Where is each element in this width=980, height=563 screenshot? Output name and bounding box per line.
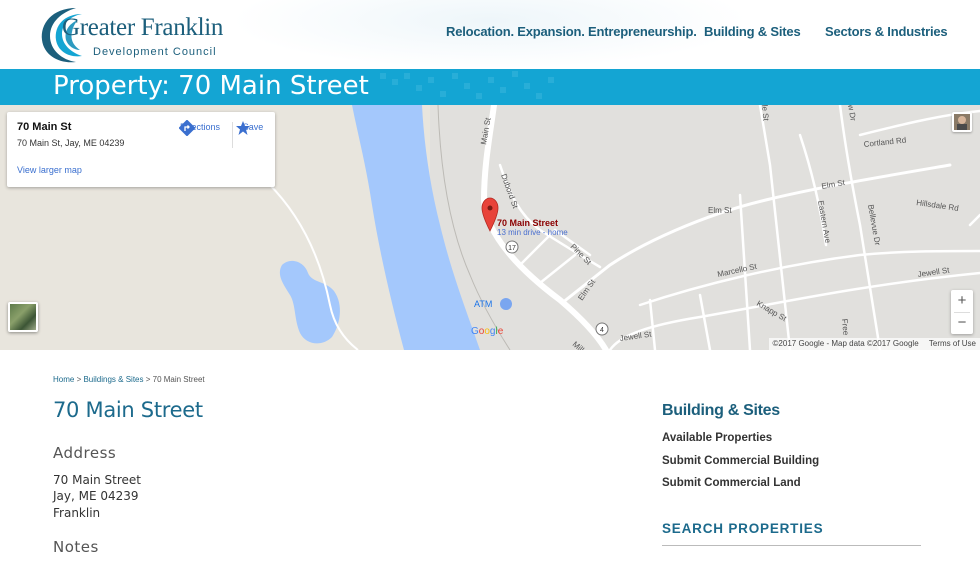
person-photo-icon xyxy=(954,114,970,130)
zoom-divider xyxy=(954,312,970,313)
route-badge-4: 4 xyxy=(595,322,609,336)
page-banner-title: Property: 70 Main Street xyxy=(53,71,369,101)
sidebar-title: Building & Sites xyxy=(662,402,780,419)
save-button[interactable]: Save xyxy=(235,120,271,135)
street-label: Elm St xyxy=(708,206,732,215)
directions-icon xyxy=(179,120,195,136)
breadcrumb-separator: > xyxy=(143,375,153,384)
street-view-pegman-icon[interactable] xyxy=(952,112,972,132)
star-icon xyxy=(236,121,250,135)
search-divider xyxy=(662,545,921,546)
logo-title: Greater Franklin xyxy=(62,14,224,41)
marker-sublabel: 13 min drive - home xyxy=(497,228,568,237)
sidebar-link-submit-building[interactable]: Submit Commercial Building xyxy=(662,455,819,467)
breadcrumb-home[interactable]: Home xyxy=(53,375,74,384)
street-label: Free xyxy=(840,318,850,336)
place-card: 70 Main St 70 Main St, Jay, ME 04239 Vie… xyxy=(7,112,275,187)
zoom-out-button[interactable]: − xyxy=(951,312,973,334)
svg-text:4: 4 xyxy=(600,327,604,334)
breadcrumb-current: 70 Main Street xyxy=(152,375,205,384)
zoom-control: + − xyxy=(951,290,973,334)
nav-building-sites[interactable]: Building & Sites xyxy=(704,24,801,39)
site-header: Greater Franklin Development Council Rel… xyxy=(0,0,980,69)
address-line: Franklin xyxy=(53,506,101,520)
marker-label: 70 Main Street xyxy=(497,218,558,228)
embedded-map[interactable]: Main St Dubord St Pine St Elm St Elm St … xyxy=(0,105,980,350)
atm-label: ATM xyxy=(474,299,492,309)
sidebar-link-submit-land[interactable]: Submit Commercial Land xyxy=(662,477,801,489)
street-label: le St xyxy=(760,105,770,122)
google-logo: Google xyxy=(471,326,504,337)
place-card-address: 70 Main St, Jay, ME 04239 xyxy=(17,138,125,148)
place-card-title: 70 Main St xyxy=(17,121,72,133)
atm-icon xyxy=(500,298,512,310)
route-badge-17: 17 xyxy=(505,240,519,254)
satellite-toggle[interactable] xyxy=(8,302,38,332)
breadcrumb: Home > Buildings & Sites > 70 Main Stree… xyxy=(53,375,205,384)
nav-relocation[interactable]: Relocation. Expansion. Entrepreneurship. xyxy=(446,24,697,39)
terms-link[interactable]: Terms of Use xyxy=(929,339,976,348)
address-line: Jay, ME 04239 xyxy=(53,489,139,503)
address-heading: Address xyxy=(53,444,117,462)
svg-text:17: 17 xyxy=(508,245,516,252)
attribution-text: ©2017 Google - Map data ©2017 Google xyxy=(772,339,919,348)
sidebar-link-available-properties[interactable]: Available Properties xyxy=(662,432,772,444)
site-logo[interactable]: Greater Franklin Development Council xyxy=(38,4,238,64)
logo-subtitle: Development Council xyxy=(93,46,217,58)
map-attribution: ©2017 Google - Map data ©2017 Google Ter… xyxy=(768,338,980,350)
notes-heading: Notes xyxy=(53,538,99,556)
page-title: 70 Main Street xyxy=(53,398,203,422)
page-banner: Property: 70 Main Street xyxy=(0,69,980,105)
breadcrumb-buildings-sites[interactable]: Buildings & Sites xyxy=(83,375,143,384)
card-divider xyxy=(232,122,233,148)
directions-button[interactable]: Directions xyxy=(179,120,221,136)
view-larger-map-link[interactable]: View larger map xyxy=(17,165,82,175)
nav-sectors-industries[interactable]: Sectors & Industries xyxy=(825,24,948,39)
address-line: 70 Main Street xyxy=(53,473,142,487)
search-properties-heading: SEARCH PROPERTIES xyxy=(662,521,824,536)
zoom-in-button[interactable]: + xyxy=(951,290,973,312)
